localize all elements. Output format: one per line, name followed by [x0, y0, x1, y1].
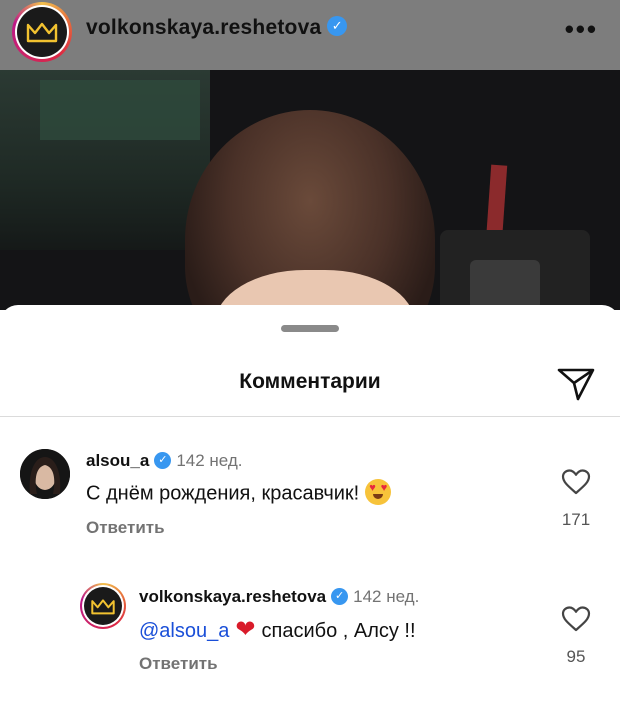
heart-eyes-emoji-icon: [365, 479, 392, 505]
crown-logo-icon: [17, 7, 67, 57]
red-heart-emoji-icon: ❤: [235, 616, 256, 643]
verified-badge-icon: ✓: [327, 16, 348, 37]
reply-button[interactable]: Ответить: [139, 654, 218, 674]
profile-avatar[interactable]: [12, 2, 72, 62]
reply-button[interactable]: Ответить: [86, 518, 165, 538]
post-image: [0, 70, 620, 310]
comment-age: 142 нед.: [353, 587, 420, 606]
comment-username[interactable]: alsou_a: [86, 451, 149, 470]
crown-logo-icon: [84, 587, 122, 625]
comment-age: 142 нед.: [176, 451, 243, 470]
comment-meta: volkonskaya.reshetova ✓ 142 нед.: [139, 587, 419, 607]
divider: [0, 416, 620, 417]
verified-badge-icon: ✓: [154, 452, 172, 470]
commenter-avatar[interactable]: [20, 449, 70, 499]
comment-text: С днём рождения, красавчик!: [86, 479, 392, 507]
send-icon[interactable]: [556, 365, 596, 403]
commenter-avatar[interactable]: [80, 583, 126, 629]
mention-link[interactable]: @alsou_a: [139, 620, 229, 642]
sheet-title: Комментарии: [239, 370, 381, 393]
post-username-text[interactable]: volkonskaya.reshetova: [86, 16, 321, 39]
comments-sheet: Комментарии alsou_a ✓ 142 нед. С днём рожд…: [0, 305, 620, 703]
post-username[interactable]: volkonskaya.reshetova ✓: [86, 16, 348, 40]
like-count: 171: [561, 510, 591, 529]
like-heart-icon[interactable]: [561, 468, 591, 496]
comment-text-body: С днём рождения, красавчик!: [86, 482, 360, 505]
like-heart-icon[interactable]: [561, 605, 591, 633]
more-options-icon[interactable]: •••: [565, 14, 598, 45]
verified-badge-icon: ✓: [331, 588, 349, 606]
post-header: volkonskaya.reshetova ✓ •••: [0, 0, 620, 70]
like-count: 95: [566, 647, 586, 666]
comment-meta: alsou_a ✓ 142 нед.: [86, 451, 243, 471]
comment-text-body: спасибо , Алсу !!: [261, 619, 416, 642]
drag-handle[interactable]: [281, 325, 339, 332]
comment-text: @alsou_a ❤ спасибо , Алсу !!: [139, 616, 416, 646]
comment-username[interactable]: volkonskaya.reshetova: [139, 587, 326, 606]
